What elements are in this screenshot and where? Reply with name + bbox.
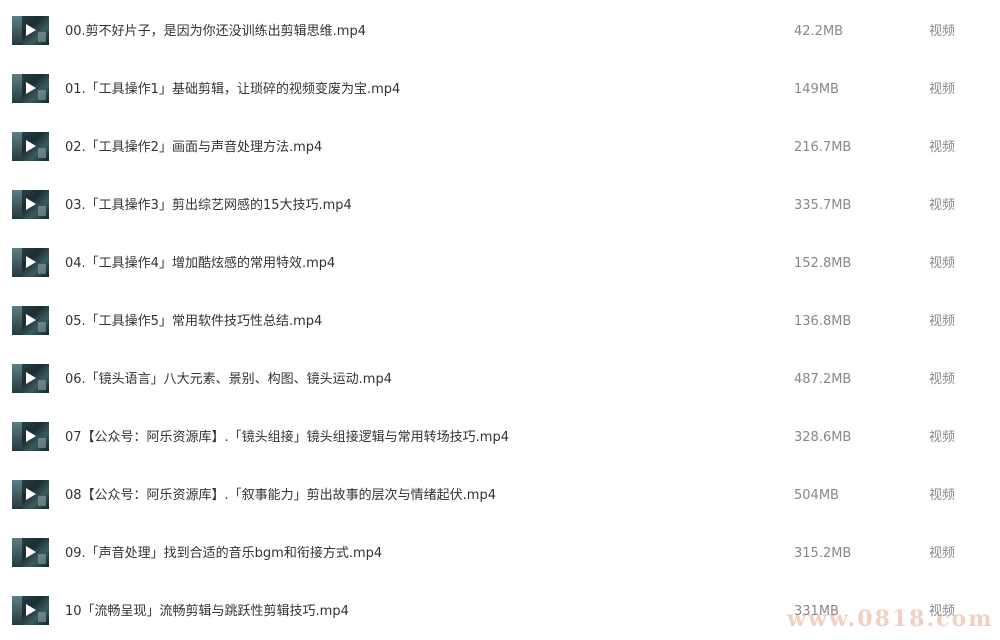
file-type: 视频 — [929, 24, 956, 39]
file-name[interactable]: 10「流畅呈现」流畅剪辑与跳跃性剪辑技巧.mp4 — [65, 603, 349, 621]
file-row[interactable]: 05.「工具操作5」常用软件技巧性总结.mp4 136.8MB 视频 — [0, 302, 1000, 342]
play-icon — [26, 198, 36, 210]
play-icon — [26, 140, 36, 152]
file-row[interactable]: 08【公众号：阿乐资源库】.「叙事能力」剪出故事的层次与情绪起伏.mp4 504M… — [0, 476, 1000, 516]
file-size: 328.6MB — [794, 430, 852, 445]
video-thumbnail-icon[interactable] — [12, 190, 49, 219]
video-thumbnail-icon[interactable] — [12, 422, 49, 451]
file-size: 504MB — [794, 488, 839, 503]
video-thumbnail-icon[interactable] — [12, 596, 49, 625]
file-row[interactable]: 09.「声音处理」找到合适的音乐bgm和衔接方式.mp4 315.2MB 视频 — [0, 534, 1000, 574]
play-icon — [26, 488, 36, 500]
file-type: 视频 — [929, 140, 956, 155]
video-thumbnail-icon[interactable] — [12, 74, 49, 103]
file-row[interactable]: 01.「工具操作1」基础剪辑，让琐碎的视频变废为宝.mp4 149MB 视频 — [0, 70, 1000, 110]
file-size: 152.8MB — [794, 256, 852, 271]
file-type: 视频 — [929, 82, 956, 97]
file-row[interactable]: 03.「工具操作3」剪出综艺网感的15大技巧.mp4 335.7MB 视频 — [0, 186, 1000, 226]
file-size: 216.7MB — [794, 140, 852, 155]
file-name[interactable]: 09.「声音处理」找到合适的音乐bgm和衔接方式.mp4 — [65, 545, 382, 563]
file-size: 149MB — [794, 82, 839, 97]
video-thumbnail-icon[interactable] — [12, 480, 49, 509]
file-name[interactable]: 00.剪不好片子，是因为你还没训练出剪辑思维.mp4 — [65, 23, 366, 41]
file-name[interactable]: 05.「工具操作5」常用软件技巧性总结.mp4 — [65, 313, 322, 331]
video-thumbnail-icon[interactable] — [12, 248, 49, 277]
play-icon — [26, 604, 36, 616]
play-icon — [26, 24, 36, 36]
video-thumbnail-icon[interactable] — [12, 132, 49, 161]
file-type: 视频 — [929, 430, 956, 445]
file-name[interactable]: 08【公众号：阿乐资源库】.「叙事能力」剪出故事的层次与情绪起伏.mp4 — [65, 487, 496, 505]
file-row[interactable]: 07【公众号：阿乐资源库】.「镜头组接」镜头组接逻辑与常用转场技巧.mp4 328… — [0, 418, 1000, 458]
play-icon — [26, 372, 36, 384]
file-name[interactable]: 01.「工具操作1」基础剪辑，让琐碎的视频变废为宝.mp4 — [65, 81, 400, 99]
file-name[interactable]: 04.「工具操作4」增加酷炫感的常用特效.mp4 — [65, 255, 335, 273]
file-type: 视频 — [929, 372, 956, 387]
file-type: 视频 — [929, 314, 956, 329]
file-name[interactable]: 03.「工具操作3」剪出综艺网感的15大技巧.mp4 — [65, 197, 352, 215]
video-thumbnail-icon[interactable] — [12, 538, 49, 567]
file-size: 136.8MB — [794, 314, 852, 329]
play-icon — [26, 546, 36, 558]
file-size: 487.2MB — [794, 372, 852, 387]
play-icon — [26, 256, 36, 268]
file-name[interactable]: 06.「镜头语言」八大元素、景别、构图、镜头运动.mp4 — [65, 371, 392, 389]
file-name[interactable]: 02.「工具操作2」画面与声音处理方法.mp4 — [65, 139, 322, 157]
video-thumbnail-icon[interactable] — [12, 364, 49, 393]
file-size: 335.7MB — [794, 198, 852, 213]
video-thumbnail-icon[interactable] — [12, 16, 49, 45]
video-thumbnail-icon[interactable] — [12, 306, 49, 335]
file-type: 视频 — [929, 488, 956, 503]
file-row[interactable]: 04.「工具操作4」增加酷炫感的常用特效.mp4 152.8MB 视频 — [0, 244, 1000, 284]
play-icon — [26, 314, 36, 326]
file-type: 视频 — [929, 198, 956, 213]
play-icon — [26, 430, 36, 442]
file-row[interactable]: 00.剪不好片子，是因为你还没训练出剪辑思维.mp4 42.2MB 视频 — [0, 12, 1000, 52]
file-row[interactable]: 02.「工具操作2」画面与声音处理方法.mp4 216.7MB 视频 — [0, 128, 1000, 168]
file-size: 315.2MB — [794, 546, 852, 561]
file-size: 42.2MB — [794, 24, 844, 39]
file-type: 视频 — [929, 546, 956, 561]
file-name[interactable]: 07【公众号：阿乐资源库】.「镜头组接」镜头组接逻辑与常用转场技巧.mp4 — [65, 429, 509, 447]
play-icon — [26, 82, 36, 94]
file-type: 视频 — [929, 256, 956, 271]
watermark: www.0818.com — [787, 606, 994, 632]
file-row[interactable]: 06.「镜头语言」八大元素、景别、构图、镜头运动.mp4 487.2MB 视频 — [0, 360, 1000, 400]
